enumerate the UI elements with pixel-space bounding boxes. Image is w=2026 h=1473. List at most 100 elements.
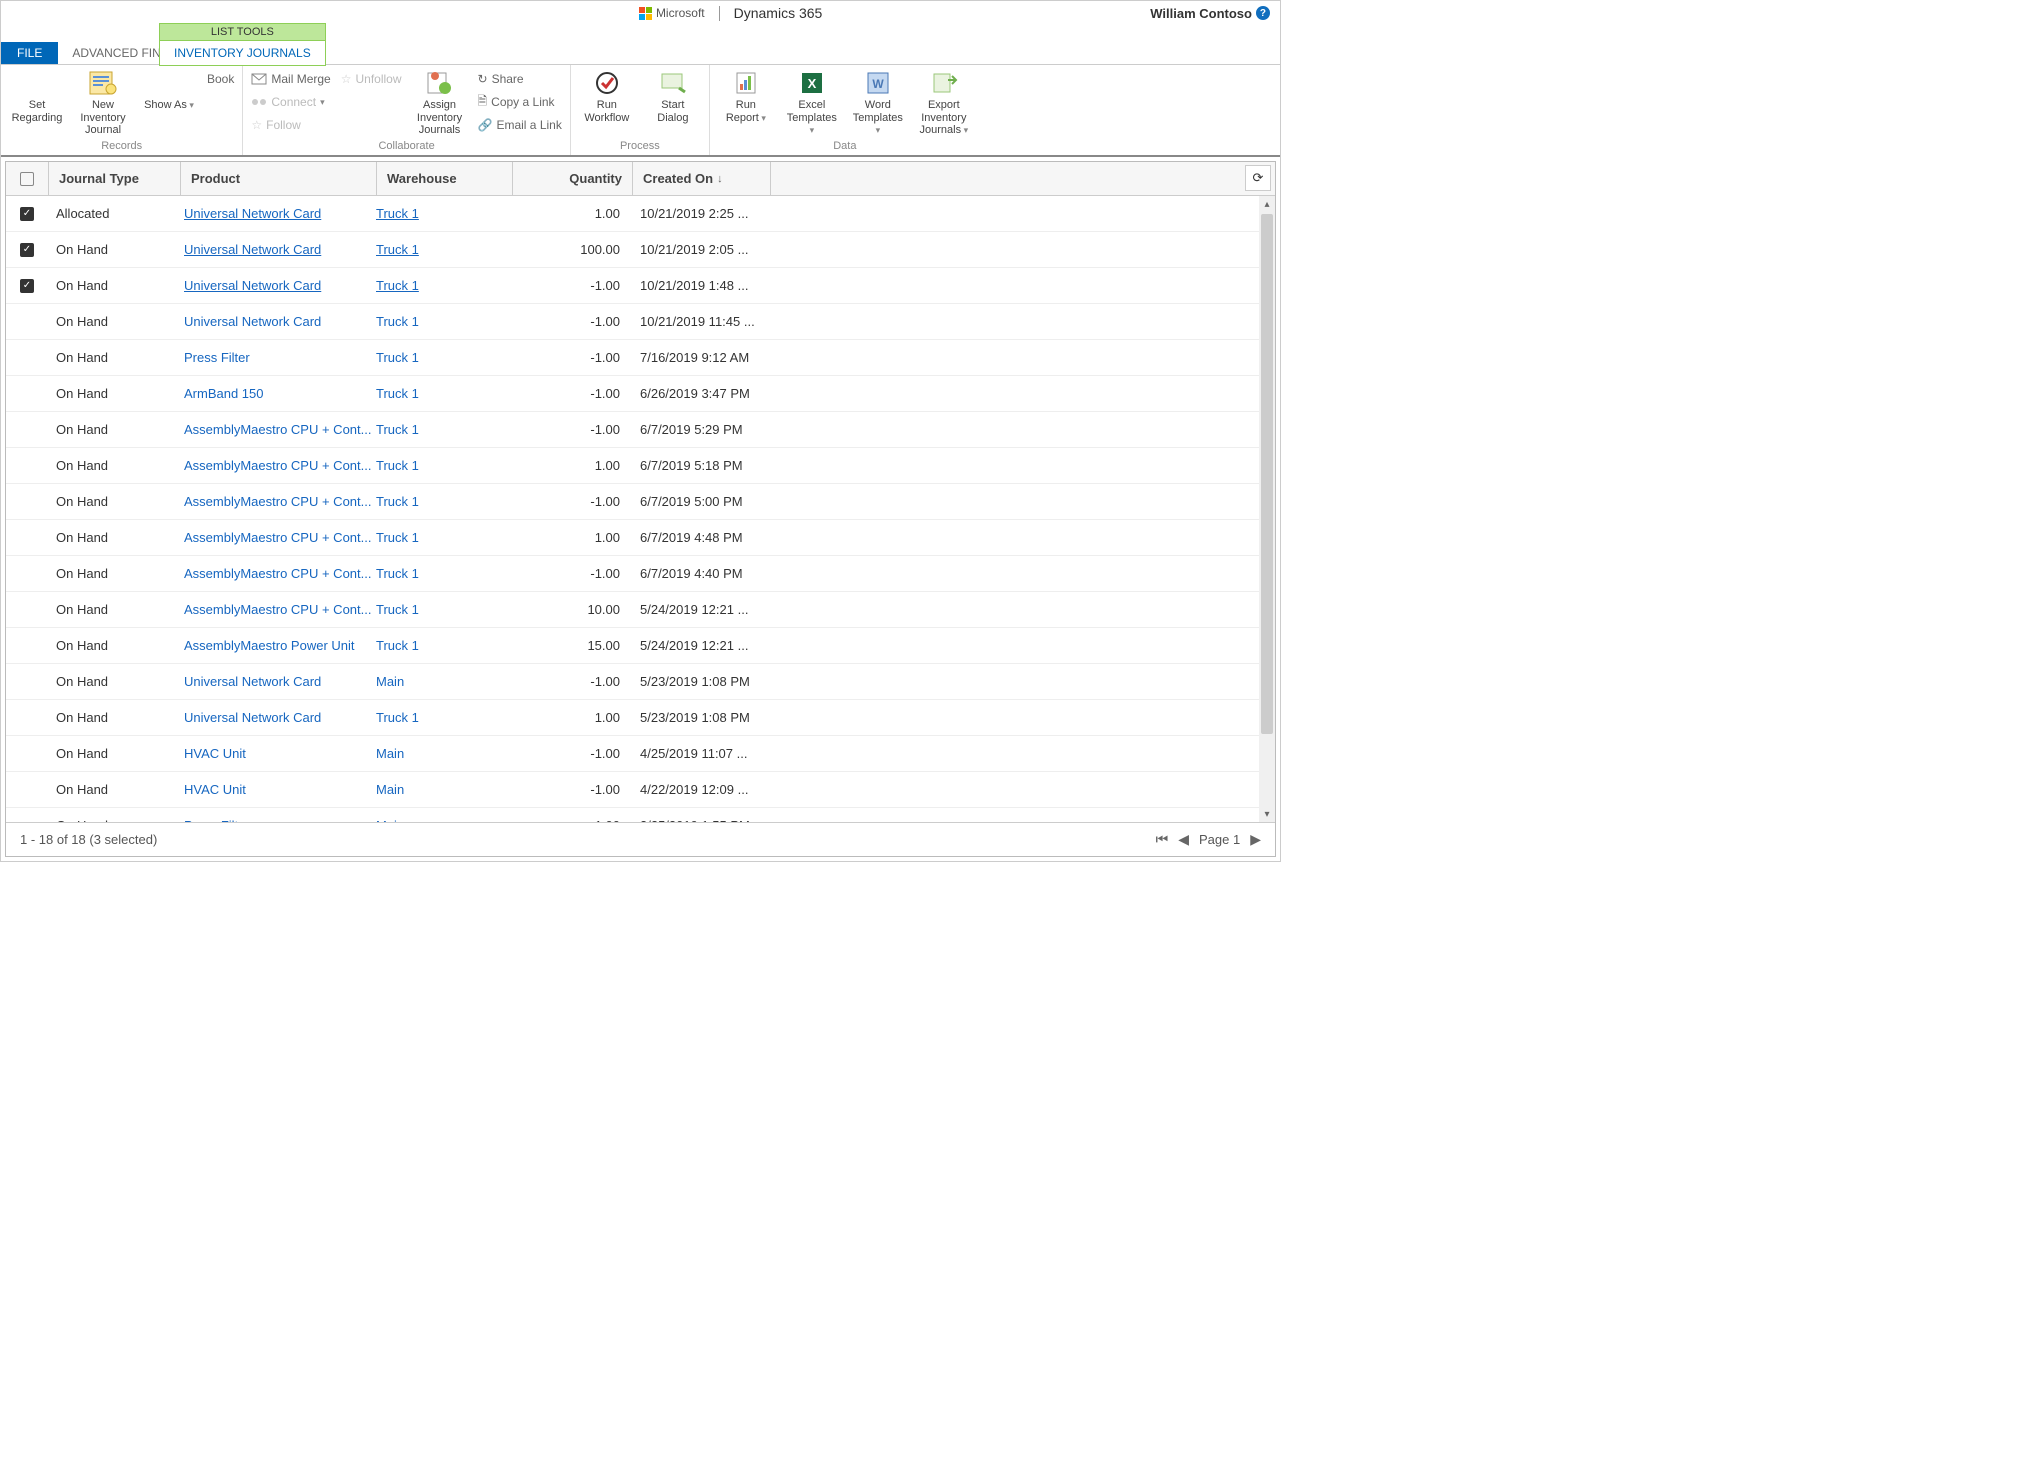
- product-link[interactable]: AssemblyMaestro CPU + Cont...: [184, 458, 376, 473]
- table-row[interactable]: On Hand AssemblyMaestro CPU + Cont... Tr…: [6, 484, 1275, 520]
- set-regarding-button[interactable]: Set Regarding: [9, 69, 65, 124]
- table-row[interactable]: On Hand Universal Network Card Truck 1 -…: [6, 268, 1275, 304]
- row-checkbox[interactable]: [6, 279, 48, 293]
- export-journals-button[interactable]: Export Inventory Journals: [916, 69, 972, 137]
- help-icon[interactable]: ?: [1256, 6, 1270, 20]
- warehouse-link[interactable]: Truck 1: [376, 278, 419, 293]
- link-icon: 🔗: [478, 118, 493, 132]
- product-link[interactable]: Universal Network Card: [184, 314, 376, 329]
- table-row[interactable]: On Hand ArmBand 150 Truck 1 -1.00 6/26/2…: [6, 376, 1275, 412]
- user-menu[interactable]: William Contoso ?: [1150, 6, 1270, 21]
- product-link[interactable]: HVAC Unit: [184, 746, 376, 761]
- cell-created-on: 6/26/2019 3:47 PM: [632, 386, 770, 401]
- row-checkbox[interactable]: [6, 243, 48, 257]
- table-row[interactable]: On Hand AssemblyMaestro CPU + Cont... Tr…: [6, 448, 1275, 484]
- column-quantity[interactable]: Quantity: [512, 162, 632, 195]
- product-link[interactable]: Universal Network Card: [184, 206, 376, 221]
- warehouse-link[interactable]: Truck 1: [376, 206, 419, 221]
- table-row[interactable]: On Hand AssemblyMaestro CPU + Cont... Tr…: [6, 520, 1275, 556]
- product-link[interactable]: ArmBand 150: [184, 386, 376, 401]
- select-all-checkbox[interactable]: [6, 172, 48, 186]
- scroll-thumb[interactable]: [1261, 214, 1273, 734]
- word-templates-button[interactable]: W Word Templates: [850, 69, 906, 137]
- run-workflow-button[interactable]: Run Workflow: [579, 69, 635, 124]
- warehouse-link[interactable]: Truck 1: [376, 566, 419, 581]
- assign-journals-button[interactable]: Assign Inventory Journals: [412, 69, 468, 137]
- product-link[interactable]: Universal Network Card: [184, 710, 376, 725]
- start-dialog-button[interactable]: Start Dialog: [645, 69, 701, 124]
- scrollbar[interactable]: ▴ ▾: [1259, 196, 1275, 822]
- connect-button[interactable]: Connect: [251, 92, 330, 112]
- column-journal-type[interactable]: Journal Type: [48, 162, 180, 195]
- warehouse-link[interactable]: Truck 1: [376, 530, 419, 545]
- row-checkbox[interactable]: [6, 207, 48, 221]
- warehouse-link[interactable]: Truck 1: [376, 494, 419, 509]
- table-row[interactable]: On Hand HVAC Unit Main -1.00 4/22/2019 1…: [6, 772, 1275, 808]
- product-link[interactable]: Universal Network Card: [184, 278, 376, 293]
- product-link[interactable]: AssemblyMaestro CPU + Cont...: [184, 602, 376, 617]
- show-as-button[interactable]: Show As: [141, 69, 197, 112]
- cell-created-on: 6/7/2019 4:40 PM: [632, 566, 770, 581]
- next-page-button[interactable]: ▶: [1250, 831, 1261, 848]
- product-link[interactable]: Press Filter: [184, 818, 376, 822]
- table-row[interactable]: On Hand HVAC Unit Main -1.00 4/25/2019 1…: [6, 736, 1275, 772]
- warehouse-link[interactable]: Truck 1: [376, 602, 419, 617]
- new-inventory-journal-button[interactable]: New Inventory Journal: [75, 69, 131, 137]
- excel-templates-button[interactable]: X Excel Templates: [784, 69, 840, 137]
- warehouse-link[interactable]: Main: [376, 746, 404, 761]
- warehouse-link[interactable]: Truck 1: [376, 350, 419, 365]
- product-link[interactable]: AssemblyMaestro CPU + Cont...: [184, 422, 376, 437]
- warehouse-link[interactable]: Truck 1: [376, 386, 419, 401]
- table-row[interactable]: On Hand Universal Network Card Truck 1 1…: [6, 232, 1275, 268]
- warehouse-link[interactable]: Main: [376, 782, 404, 797]
- table-row[interactable]: On Hand AssemblyMaestro CPU + Cont... Tr…: [6, 412, 1275, 448]
- warehouse-link[interactable]: Truck 1: [376, 422, 419, 437]
- share-button[interactable]: ↻ Share: [478, 69, 562, 89]
- product-link[interactable]: AssemblyMaestro Power Unit: [184, 638, 376, 653]
- copy-link-button[interactable]: 🗎 Copy a Link: [478, 92, 562, 112]
- warehouse-link[interactable]: Truck 1: [376, 638, 419, 653]
- scroll-up-arrow[interactable]: ▴: [1259, 196, 1275, 212]
- product-link[interactable]: AssemblyMaestro CPU + Cont...: [184, 530, 376, 545]
- column-warehouse[interactable]: Warehouse: [376, 162, 512, 195]
- warehouse-link[interactable]: Truck 1: [376, 458, 419, 473]
- run-report-button[interactable]: Run Report: [718, 69, 774, 124]
- warehouse-link[interactable]: Truck 1: [376, 242, 419, 257]
- product-link[interactable]: Universal Network Card: [184, 242, 376, 257]
- product-link[interactable]: Universal Network Card: [184, 674, 376, 689]
- table-row[interactable]: On Hand AssemblyMaestro Power Unit Truck…: [6, 628, 1275, 664]
- product-link[interactable]: AssemblyMaestro CPU + Cont...: [184, 494, 376, 509]
- table-row[interactable]: On Hand AssemblyMaestro CPU + Cont... Tr…: [6, 556, 1275, 592]
- prev-page-button[interactable]: ◀: [1178, 831, 1189, 848]
- scroll-down-arrow[interactable]: ▾: [1259, 806, 1275, 822]
- connect-icon: [251, 95, 267, 109]
- table-row[interactable]: On Hand Universal Network Card Truck 1 1…: [6, 700, 1275, 736]
- warehouse-link[interactable]: Main: [376, 674, 404, 689]
- table-row[interactable]: On Hand Press Filter Main -1.00 3/25/201…: [6, 808, 1275, 822]
- table-row[interactable]: On Hand AssemblyMaestro CPU + Cont... Tr…: [6, 592, 1275, 628]
- mail-merge-button[interactable]: Mail Merge: [251, 69, 330, 89]
- tab-file[interactable]: FILE: [1, 42, 58, 64]
- warehouse-link[interactable]: Main: [376, 818, 404, 822]
- table-row[interactable]: On Hand Press Filter Truck 1 -1.00 7/16/…: [6, 340, 1275, 376]
- table-row[interactable]: On Hand Universal Network Card Main -1.0…: [6, 664, 1275, 700]
- table-row[interactable]: On Hand Universal Network Card Truck 1 -…: [6, 304, 1275, 340]
- warehouse-link[interactable]: Truck 1: [376, 710, 419, 725]
- email-link-button[interactable]: 🔗 Email a Link: [478, 115, 562, 135]
- column-product[interactable]: Product: [180, 162, 376, 195]
- cell-journal-type: On Hand: [48, 710, 180, 725]
- refresh-button[interactable]: ⟳: [1245, 165, 1271, 191]
- book-button[interactable]: Book: [207, 69, 234, 89]
- product-link[interactable]: Press Filter: [184, 350, 376, 365]
- follow-button[interactable]: ☆ Follow: [251, 115, 330, 135]
- tab-inventory-journals[interactable]: INVENTORY JOURNALS: [160, 40, 325, 65]
- warehouse-link[interactable]: Truck 1: [376, 314, 419, 329]
- product-link[interactable]: AssemblyMaestro CPU + Cont...: [184, 566, 376, 581]
- column-created-on[interactable]: Created On ↓: [632, 162, 770, 195]
- table-row[interactable]: Allocated Universal Network Card Truck 1…: [6, 196, 1275, 232]
- cell-quantity: -1.00: [512, 746, 632, 761]
- first-page-button[interactable]: ⏮: [1156, 831, 1169, 848]
- unfollow-button[interactable]: ☆ Unfollow: [341, 69, 402, 89]
- product-link[interactable]: HVAC Unit: [184, 782, 376, 797]
- cell-journal-type: On Hand: [48, 422, 180, 437]
